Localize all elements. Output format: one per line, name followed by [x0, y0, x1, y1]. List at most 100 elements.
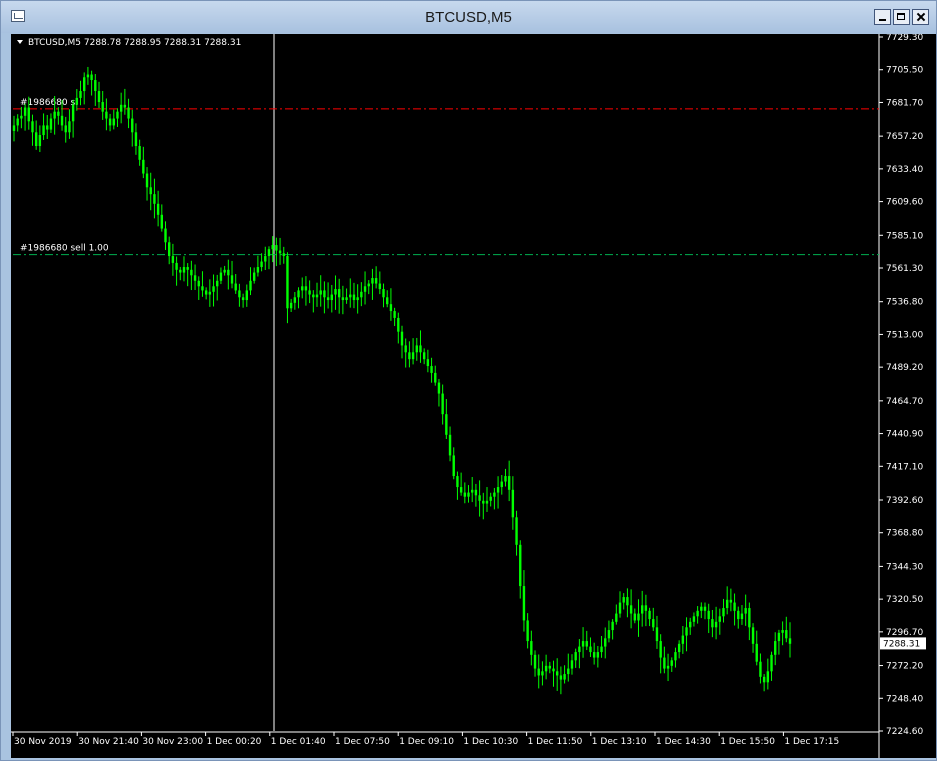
- candle-body: [578, 646, 581, 653]
- candle-body: [289, 302, 293, 309]
- candle-body: [337, 289, 341, 298]
- candle-body: [622, 597, 625, 603]
- price-chart[interactable]: 7729.30 7705.50 7681.70 7657.20 7633.40 7609.…: [11, 34, 936, 758]
- candle-body: [371, 278, 374, 284]
- candle-body: [312, 294, 315, 298]
- candle-body: [570, 660, 574, 669]
- candle-body: [718, 616, 721, 622]
- candle-body: [112, 118, 115, 126]
- candle-body: [86, 74, 90, 78]
- candle-body: [707, 610, 710, 620]
- candle-body: [437, 382, 441, 394]
- candle-body: [90, 74, 93, 81]
- chart-area[interactable]: 7729.30 7705.50 7681.70 7657.20 7633.40 7609.…: [11, 34, 936, 758]
- title-bar[interactable]: BTCUSD,M5: [1, 1, 936, 33]
- candle-body: [500, 481, 503, 488]
- price-tick-label: 7705.50: [886, 66, 923, 76]
- candle-body: [448, 434, 452, 456]
- window-title: BTCUSD,M5: [425, 9, 512, 26]
- candle-body: [655, 627, 659, 642]
- candle-body: [42, 125, 45, 136]
- time-tick-label: 30 Nov 21:40: [78, 737, 139, 747]
- candle-body: [179, 269, 182, 273]
- candle-body: [34, 132, 38, 147]
- candle-body: [156, 203, 160, 215]
- candle-body: [411, 352, 415, 360]
- minimize-button[interactable]: [874, 9, 891, 25]
- candle-body: [356, 297, 359, 301]
- candle-body: [759, 661, 762, 677]
- candle-body: [478, 495, 481, 501]
- candle-body: [696, 610, 699, 617]
- candle-body: [493, 492, 496, 497]
- candle-body: [714, 621, 718, 628]
- candle-body: [677, 643, 681, 653]
- candle-body: [378, 283, 382, 290]
- candle-body: [482, 500, 485, 504]
- candle-body: [511, 489, 515, 518]
- candle-body: [408, 352, 411, 360]
- candle-body: [201, 286, 204, 291]
- candle-body: [604, 638, 607, 647]
- candle-body: [367, 283, 370, 287]
- chart-info-header: BTCUSD,M5 7288.78 7288.95 7288.31 7288.3…: [28, 38, 241, 48]
- candle-body: [297, 290, 300, 298]
- candle-body: [168, 242, 171, 257]
- candle-body: [467, 492, 470, 497]
- candle-body: [153, 194, 156, 204]
- candle-body: [637, 613, 640, 621]
- candle-body: [234, 283, 237, 291]
- candle-body: [633, 613, 636, 621]
- time-tick-label: 1 Dec 14:30: [656, 737, 711, 747]
- candle-body: [334, 289, 337, 295]
- maximize-button[interactable]: [893, 9, 910, 25]
- candle-body: [703, 606, 707, 611]
- candle-body: [382, 289, 385, 298]
- candle-body: [666, 665, 670, 669]
- candle-body: [785, 630, 788, 639]
- candle-body: [537, 668, 540, 676]
- candle-body: [471, 489, 474, 493]
- candle-body: [223, 269, 226, 273]
- candle-body: [722, 608, 725, 617]
- candle-body: [434, 372, 437, 383]
- price-tick-label: 7585.10: [886, 231, 923, 241]
- candle-body: [330, 294, 333, 301]
- candle-body: [507, 476, 511, 490]
- candle-body: [600, 646, 603, 653]
- candle-body: [419, 345, 422, 353]
- candle-body: [123, 104, 127, 108]
- candle-body: [648, 610, 651, 620]
- candle-body: [386, 297, 389, 305]
- candle-body: [97, 91, 101, 103]
- candle-body: [770, 654, 773, 672]
- time-tick-label: 1 Dec 01:40: [271, 737, 326, 747]
- candle-body: [16, 118, 19, 126]
- candle-body: [430, 366, 433, 373]
- price-tick-label: 7609.60: [886, 198, 923, 208]
- candle-body: [640, 605, 644, 614]
- candle-body: [363, 286, 367, 292]
- candle-body: [256, 267, 260, 273]
- candle-body: [740, 613, 744, 620]
- candle-body: [504, 476, 507, 482]
- candle-body: [216, 280, 219, 287]
- candle-body: [474, 489, 478, 496]
- close-button[interactable]: [912, 9, 929, 25]
- candle-body: [105, 111, 108, 119]
- candle-body: [142, 159, 145, 174]
- candle-body: [38, 135, 42, 147]
- candle-body: [519, 544, 522, 587]
- candle-body: [744, 608, 747, 614]
- candle-body: [544, 665, 548, 672]
- candle-body: [441, 393, 444, 415]
- candle-body: [275, 245, 278, 251]
- candle-body: [57, 111, 60, 116]
- candle-body: [737, 610, 740, 620]
- price-tick-label: 7417.10: [886, 462, 923, 472]
- candle-body: [674, 652, 677, 661]
- candle-body: [559, 675, 563, 680]
- candle-body: [733, 602, 736, 611]
- time-tick-label: 1 Dec 17:15: [784, 737, 839, 747]
- candle-body: [725, 599, 729, 609]
